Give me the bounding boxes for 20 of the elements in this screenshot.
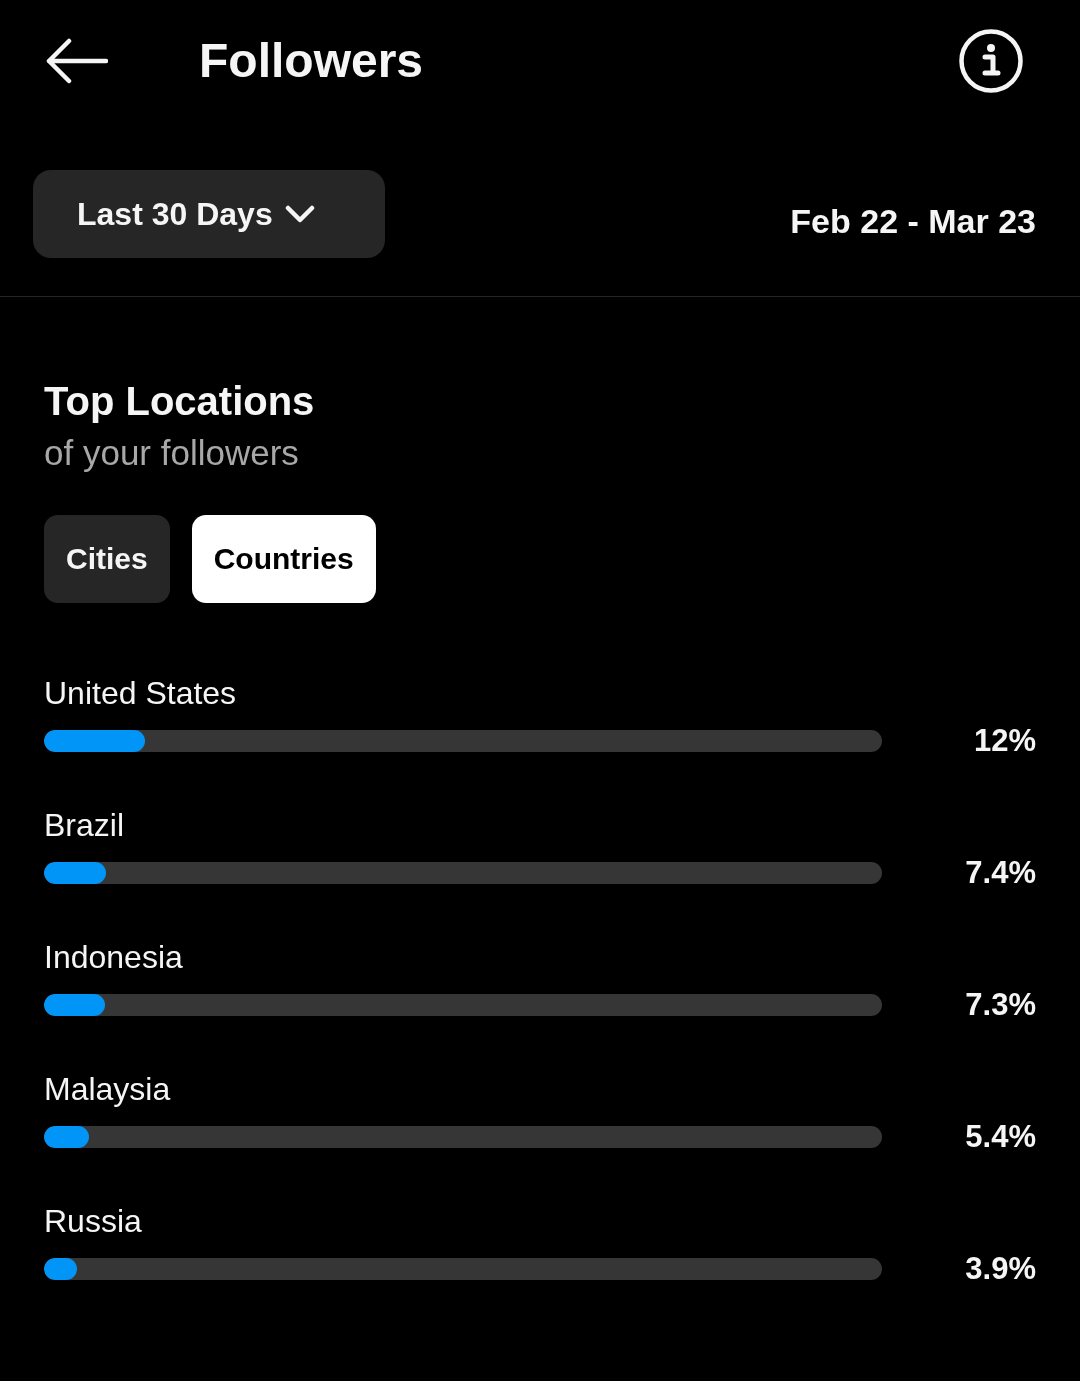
percentage-label: 12% [973, 723, 1036, 759]
percentage-label: 7.4% [965, 855, 1036, 891]
location-name: United States [44, 674, 237, 713]
date-range: Feb 22 - Mar 23 [790, 201, 1036, 241]
filter-tab[interactable]: Cities [44, 515, 170, 603]
location-name: Malaysia [44, 1070, 171, 1109]
filter-tab[interactable]: Countries [191, 515, 376, 603]
back-arrow-icon[interactable] [46, 38, 108, 84]
page-title: Followers [199, 33, 424, 89]
percentage-label: 5.4% [965, 1119, 1036, 1155]
chevron-down-icon [284, 205, 315, 223]
period-dropdown[interactable]: Last 30 Days [33, 170, 385, 258]
info-icon[interactable] [959, 29, 1023, 93]
section-title: Top Locations [44, 378, 315, 425]
percentage-label: 7.3% [965, 987, 1036, 1023]
section-subtitle: of your followers [44, 432, 299, 474]
percentage-label: 3.9% [965, 1251, 1036, 1287]
location-name: Indonesia [44, 938, 183, 977]
location-name: Russia [44, 1202, 142, 1241]
location-name: Brazil [44, 806, 124, 845]
